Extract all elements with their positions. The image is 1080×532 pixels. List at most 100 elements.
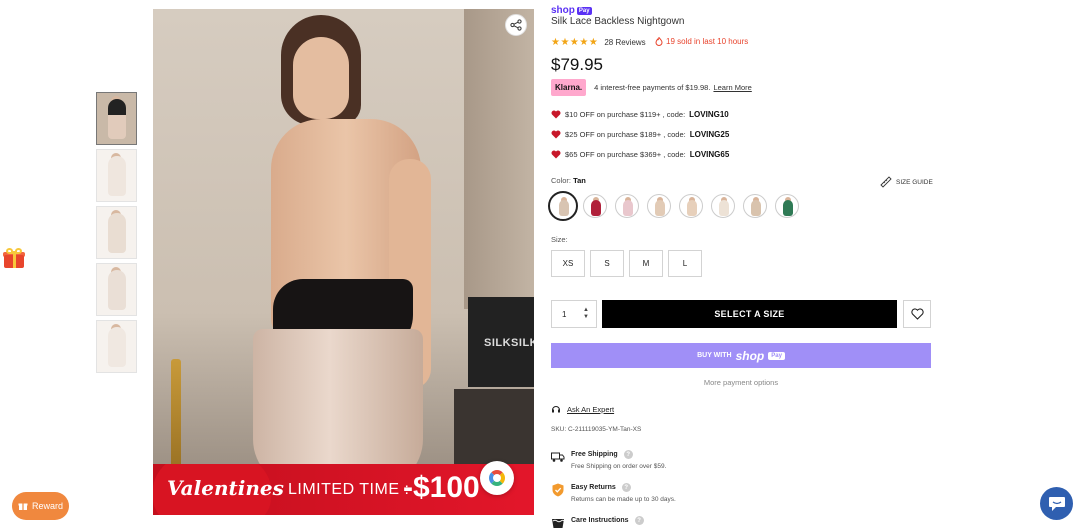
quantity-value[interactable]: 1 [562,310,566,319]
shoppay-brand: shop [551,5,575,16]
chat-bubble-icon [1048,496,1065,511]
quantity-arrows-icon[interactable]: ▲ ▼ [583,307,589,321]
feature-care-instructions: Care Instructions? [551,516,644,530]
gift-icon[interactable] [3,248,25,268]
ask-expert-link[interactable]: Ask An Expert [567,405,614,414]
size-label: Size: [551,235,568,244]
coupon-code[interactable]: LOVING65 [690,150,730,159]
swatch-blush[interactable] [615,194,639,218]
swatch-tan[interactable] [548,191,578,221]
help-icon[interactable]: ? [623,450,633,459]
size-option-l[interactable]: L [668,250,702,277]
color-label: Color: Tan [551,176,586,185]
banner-valentines-text: Valentines [167,476,284,500]
heart-icon [551,130,561,139]
heart-icon [551,110,561,119]
help-icon[interactable]: ? [634,516,644,525]
klarna-info: Klarna. 4 interest-free payments of $19.… [551,79,752,96]
more-payment-options-link[interactable]: More payment options [551,378,931,387]
reviews-count[interactable]: 28 Reviews [604,38,645,47]
shield-check-icon [552,483,564,497]
chat-button[interactable] [1040,487,1073,520]
quantity-stepper[interactable]: 1 ▲ ▼ [551,300,597,328]
buy-with-label: BUY WITH [697,352,732,359]
lamp-decoration [171,359,181,469]
truck-icon [551,452,565,462]
swatch-green[interactable] [775,194,799,218]
feature-free-shipping: Free Shipping? Free Shipping on order ov… [551,450,666,470]
color-label-text: Color: [551,176,572,185]
swatch-ivory[interactable] [711,194,735,218]
wishlist-button[interactable] [903,300,931,328]
select-size-button[interactable]: SELECT A SIZE [602,300,897,328]
coupon-text: $10 OFF on purchase $119+ , code: [565,110,686,119]
product-rating[interactable]: ★★★★★ 28 Reviews [551,37,646,48]
klarna-learn-more-link[interactable]: Learn More [713,83,751,92]
banner-limited-text: LIMITED TIME : [288,481,410,498]
size-option-m[interactable]: M [629,250,663,277]
coupon-item: $10 OFF on purchase $119+ , code: LOVING… [551,110,729,119]
banner-amount-text: -$100 [403,471,480,504]
swatch-beige[interactable] [743,194,767,218]
ruler-icon [880,176,892,188]
product-price: $79.95 [551,55,603,74]
product-title: Silk Lace Backless Nightgown [551,16,685,27]
heart-outline-icon [910,308,924,320]
feature-title: Free Shipping [571,451,618,458]
sold-text: 19 sold in last 10 hours [666,37,749,46]
feature-desc: Free Shipping on order over $59. [571,463,667,470]
sold-indicator: 19 sold in last 10 hours [655,37,748,46]
flame-icon [655,37,663,46]
feature-desc: Returns can be made up to 30 days. [571,496,676,503]
swatch-nude[interactable] [679,194,703,218]
shoppay-logo: shop Pay [551,5,592,16]
reward-label: Reward [31,501,63,511]
ask-expert[interactable]: Ask An Expert [551,404,614,414]
size-option-s[interactable]: S [590,250,624,277]
buy-with-shoppay-button[interactable]: BUY WITH shop Pay [551,343,931,368]
klarna-badge: Klarna. [551,79,587,96]
reward-button[interactable]: Reward [12,492,69,520]
loading-spinner-icon [480,461,514,495]
coupon-code[interactable]: LOVING10 [689,110,729,119]
brand-box-text: SILKSILKY [468,297,534,387]
coupon-item: $65 OFF on purchase $369+ , code: LOVING… [551,150,729,159]
shoppay-pay: Pay [576,6,592,15]
coupon-text: $65 OFF on purchase $369+ , code: [565,150,686,159]
share-icon [510,19,522,31]
valentines-promo-banner[interactable]: Valentines LIMITED TIME : -$100 [153,464,534,515]
headset-icon [552,406,560,413]
thumbnail-4[interactable] [96,263,137,316]
reward-gift-icon [18,503,28,510]
coupon-code[interactable]: LOVING25 [690,130,730,139]
coupon-item: $25 OFF on purchase $189+ , code: LOVING… [551,130,729,139]
thumbnail-2[interactable] [96,149,137,202]
size-option-xs[interactable]: XS [551,250,585,277]
thumbnail-list [96,92,137,377]
coupon-text: $25 OFF on purchase $189+ , code: [565,130,686,139]
share-button[interactable] [505,14,527,36]
feature-title: Easy Returns [571,484,616,491]
size-guide-link[interactable]: SIZE GUIDE [880,176,933,188]
pay-badge: Pay [768,351,785,360]
feature-easy-returns: Easy Returns? Returns can be made up to … [551,483,676,503]
feature-title: Care Instructions [571,517,629,524]
swatch-champagne[interactable] [647,194,671,218]
klarna-text: 4 interest-free payments of $19.98. [594,83,711,92]
heart-icon [551,150,561,159]
size-options: XS S M L [551,250,702,277]
product-page: SILKSILKY Valentines LIMITED TIME : -$10… [0,0,1080,532]
shop-wordmark: shop [735,348,765,363]
thumbnail-5[interactable] [96,320,137,373]
thumbnail-3[interactable] [96,206,137,259]
swatch-red[interactable] [583,194,607,218]
thumbnail-1[interactable] [96,92,137,145]
color-swatches [548,191,799,221]
washing-icon [552,519,565,528]
product-sku: SKU: C-211119035-YM-Tan-XS [551,426,642,433]
help-icon[interactable]: ? [621,483,631,492]
product-main-image[interactable]: SILKSILKY [153,9,534,515]
rating-stars-icon: ★★★★★ [551,37,599,48]
color-selected-value: Tan [573,176,586,185]
size-guide-label: SIZE GUIDE [896,178,933,186]
